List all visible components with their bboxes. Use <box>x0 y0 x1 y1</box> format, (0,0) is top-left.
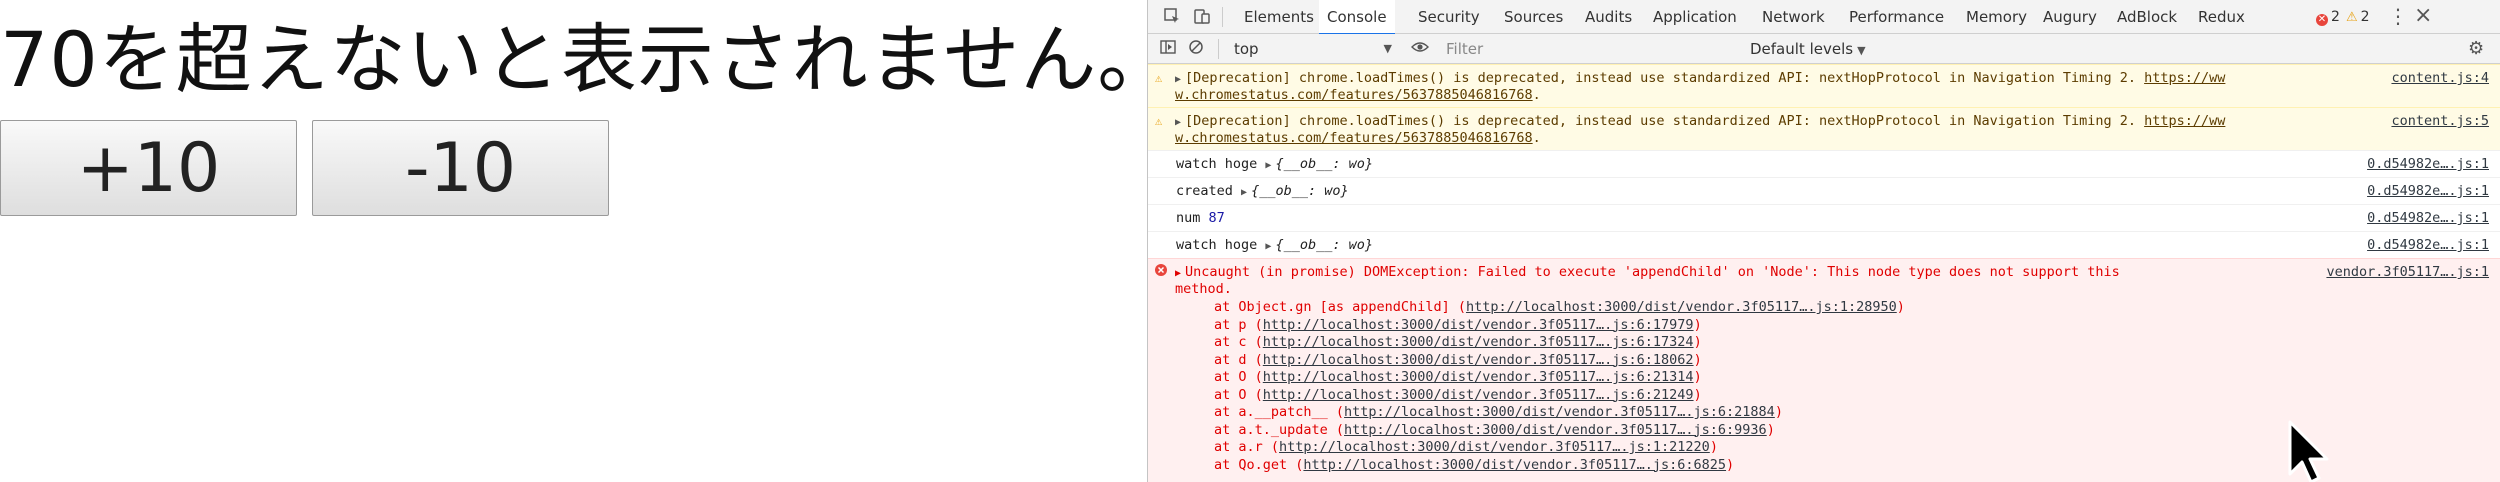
stack-frame-link[interactable]: http://localhost:3000/dist/vendor.3f0511… <box>1466 299 1897 315</box>
log-text: num <box>1176 210 1209 226</box>
warning-icon: ⚠ <box>1155 114 1163 128</box>
tab-elements[interactable]: Elements <box>1244 0 1314 34</box>
stack-frame-link[interactable]: http://localhost:3000/dist/vendor.3f0511… <box>1279 439 1710 455</box>
tab-memory[interactable]: Memory <box>1966 0 2027 34</box>
tab-augury[interactable]: Augury <box>2043 0 2097 34</box>
log-levels-dropdown[interactable]: Default levels ▼ <box>1750 38 1866 60</box>
source-link[interactable]: 0.d54982e….js:1 <box>2367 183 2489 200</box>
warning-link[interactable]: https://ww <box>2144 113 2225 129</box>
warning-link[interactable]: https://ww <box>2144 70 2225 86</box>
error-icon: ✕ <box>2316 14 2328 26</box>
stack-frame-link[interactable]: http://localhost:3000/dist/vendor.3f0511… <box>1263 387 1694 403</box>
source-link[interactable]: 0.d54982e….js:1 <box>2367 210 2489 227</box>
warning-link-cont[interactable]: w.chromestatus.com/features/563788504681… <box>1175 130 1533 146</box>
log-object[interactable]: {__ob__: wo} <box>1251 183 1349 199</box>
stack-frame: at c (http://localhost:3000/dist/vendor.… <box>1214 334 1702 350</box>
devtools-tabbar: Elements Console Security Sources Audits… <box>1148 0 2500 35</box>
context-value: top <box>1234 40 1259 58</box>
console-filter-input[interactable] <box>1446 38 1706 60</box>
tab-security[interactable]: Security <box>1418 0 1480 34</box>
error-count-badge[interactable]: ✕ 2 <box>2316 8 2340 26</box>
warning-icon: ⚠ <box>1155 71 1163 85</box>
context-select[interactable]: top ▼ <box>1234 38 1392 60</box>
warning-link-cont[interactable]: w.chromestatus.com/features/563788504681… <box>1175 87 1533 103</box>
devtools-panel: Elements Console Security Sources Audits… <box>1147 0 2500 482</box>
expand-triangle-icon[interactable]: ▶ <box>1175 74 1181 85</box>
stack-frame: at a.r (http://localhost:3000/dist/vendo… <box>1214 439 1718 455</box>
stack-frame-link[interactable]: http://localhost:3000/dist/vendor.3f0511… <box>1344 404 1775 420</box>
tab-adblock[interactable]: AdBlock <box>2117 0 2177 34</box>
stack-frame: at O (http://localhost:3000/dist/vendor.… <box>1214 369 1702 385</box>
stack-frame: at a.t._update (http://localhost:3000/di… <box>1214 421 1775 438</box>
tab-audits[interactable]: Audits <box>1585 0 1632 34</box>
console-settings-gear-icon[interactable]: ⚙ <box>2468 38 2484 59</box>
tab-console[interactable]: Console <box>1319 0 1395 35</box>
stack-frame: at O (http://localhost:3000/dist/vendor.… <box>1214 386 1702 403</box>
log-object[interactable]: {__ob__: wo} <box>1275 237 1373 253</box>
error-text: Uncaught (in promise) DOMException: Fail… <box>1185 264 2120 280</box>
stack-frame: at p (http://localhost:3000/dist/vendor.… <box>1214 316 1702 333</box>
stack-frame-link[interactable]: http://localhost:3000/dist/vendor.3f0511… <box>1344 422 1767 438</box>
log-object[interactable]: {__ob__: wo} <box>1275 156 1373 172</box>
stack-frame-link[interactable]: http://localhost:3000/dist/vendor.3f0511… <box>1263 334 1694 350</box>
warning-count-badge[interactable]: ⚠ 2 <box>2346 8 2370 26</box>
source-link[interactable]: 0.d54982e….js:1 <box>2367 156 2489 173</box>
stack-frame: at a.__patch__ (http://localhost:3000/di… <box>1214 404 1783 420</box>
log-levels-label: Default levels <box>1750 40 1854 58</box>
source-link[interactable]: content.js:4 <box>2391 70 2489 87</box>
close-icon[interactable]: × <box>2414 3 2432 28</box>
clear-console-icon[interactable] <box>1186 39 1206 59</box>
tab-redux[interactable]: Redux <box>2198 0 2245 34</box>
stack-frame-link[interactable]: http://localhost:3000/dist/vendor.3f0511… <box>1263 369 1694 385</box>
console-log-message: watch hoge ▶ {__ob__: wo} 0.d54982e….js:1 <box>1148 150 2500 177</box>
log-text: watch hoge <box>1176 237 1266 253</box>
console-log-message: num 87 0.d54982e….js:1 <box>1148 204 2500 231</box>
error-text-cont: method. <box>1175 281 1232 297</box>
tab-performance[interactable]: Performance <box>1849 0 1944 34</box>
live-expression-eye-icon[interactable] <box>1410 39 1430 59</box>
expand-triangle-icon[interactable]: ▶ <box>1175 117 1181 128</box>
kebab-menu-icon[interactable]: ⋮ <box>2388 4 2408 28</box>
expand-triangle-icon[interactable]: ▶ <box>1175 268 1181 279</box>
source-link[interactable]: 0.d54982e….js:1 <box>2367 237 2489 254</box>
sidebar-toggle-icon[interactable] <box>1158 39 1178 59</box>
warning-icon: ⚠ <box>2346 10 2358 25</box>
log-number: 87 <box>1208 210 1225 226</box>
console-log-message: watch hoge ▶ {__ob__: wo} 0.d54982e….js:1 <box>1148 231 2500 258</box>
dropdown-arrow-icon: ▼ <box>1857 44 1866 57</box>
console-warning-message: ⚠ ▶ [Deprecation] chrome.loadTimes() is d… <box>1148 107 2500 150</box>
expand-triangle-icon[interactable]: ▶ <box>1241 187 1247 198</box>
stack-frame-link[interactable]: http://localhost:3000/dist/vendor.3f0511… <box>1303 457 1726 473</box>
tab-application[interactable]: Application <box>1653 0 1737 34</box>
minus-ten-button[interactable]: -10 <box>312 120 609 216</box>
tab-sources[interactable]: Sources <box>1504 0 1563 34</box>
console-log-message: created ▶ {__ob__: wo} 0.d54982e….js:1 <box>1148 177 2500 204</box>
app-page: 70を超えないと表示されません。 +10 -10 <box>0 0 1173 482</box>
expand-triangle-icon[interactable]: ▶ <box>1265 160 1271 171</box>
stack-frame: at Qo.get (http://localhost:3000/dist/ve… <box>1214 456 1735 473</box>
page-message: 70を超えないと表示されません。 <box>0 15 1175 104</box>
plus-ten-button[interactable]: +10 <box>0 120 297 216</box>
stack-frame: at Object.gn [as appendChild] (http://lo… <box>1214 299 1905 315</box>
warning-text: [Deprecation] chrome.loadTimes() is depr… <box>1185 70 2145 86</box>
stack-frame-link[interactable]: http://localhost:3000/dist/vendor.3f0511… <box>1263 352 1694 368</box>
warning-text: [Deprecation] chrome.loadTimes() is depr… <box>1185 113 2145 129</box>
dropdown-arrow-icon: ▼ <box>1383 42 1392 55</box>
device-toolbar-icon[interactable] <box>1192 7 1212 27</box>
mouse-pointer-icon <box>2288 420 2329 482</box>
expand-triangle-icon[interactable]: ▶ <box>1265 241 1271 252</box>
log-text: watch hoge <box>1176 156 1266 172</box>
inspect-icon[interactable] <box>1162 7 1182 27</box>
stack-frame: at d (http://localhost:3000/dist/vendor.… <box>1214 351 1702 368</box>
source-link[interactable]: vendor.3f05117….js:1 <box>2326 264 2489 281</box>
console-filterbar: top ▼ Default levels▼ ⚙ <box>1148 34 2500 64</box>
error-icon <box>1155 264 1167 281</box>
stack-frame-link[interactable]: http://localhost:3000/dist/vendor.3f0511… <box>1263 317 1694 333</box>
source-link[interactable]: content.js:5 <box>2391 113 2489 130</box>
log-text: created <box>1176 183 1242 199</box>
tab-network[interactable]: Network <box>1762 0 1825 34</box>
console-warning-message: ⚠ ▶ [Deprecation] chrome.loadTimes() is d… <box>1148 64 2500 107</box>
